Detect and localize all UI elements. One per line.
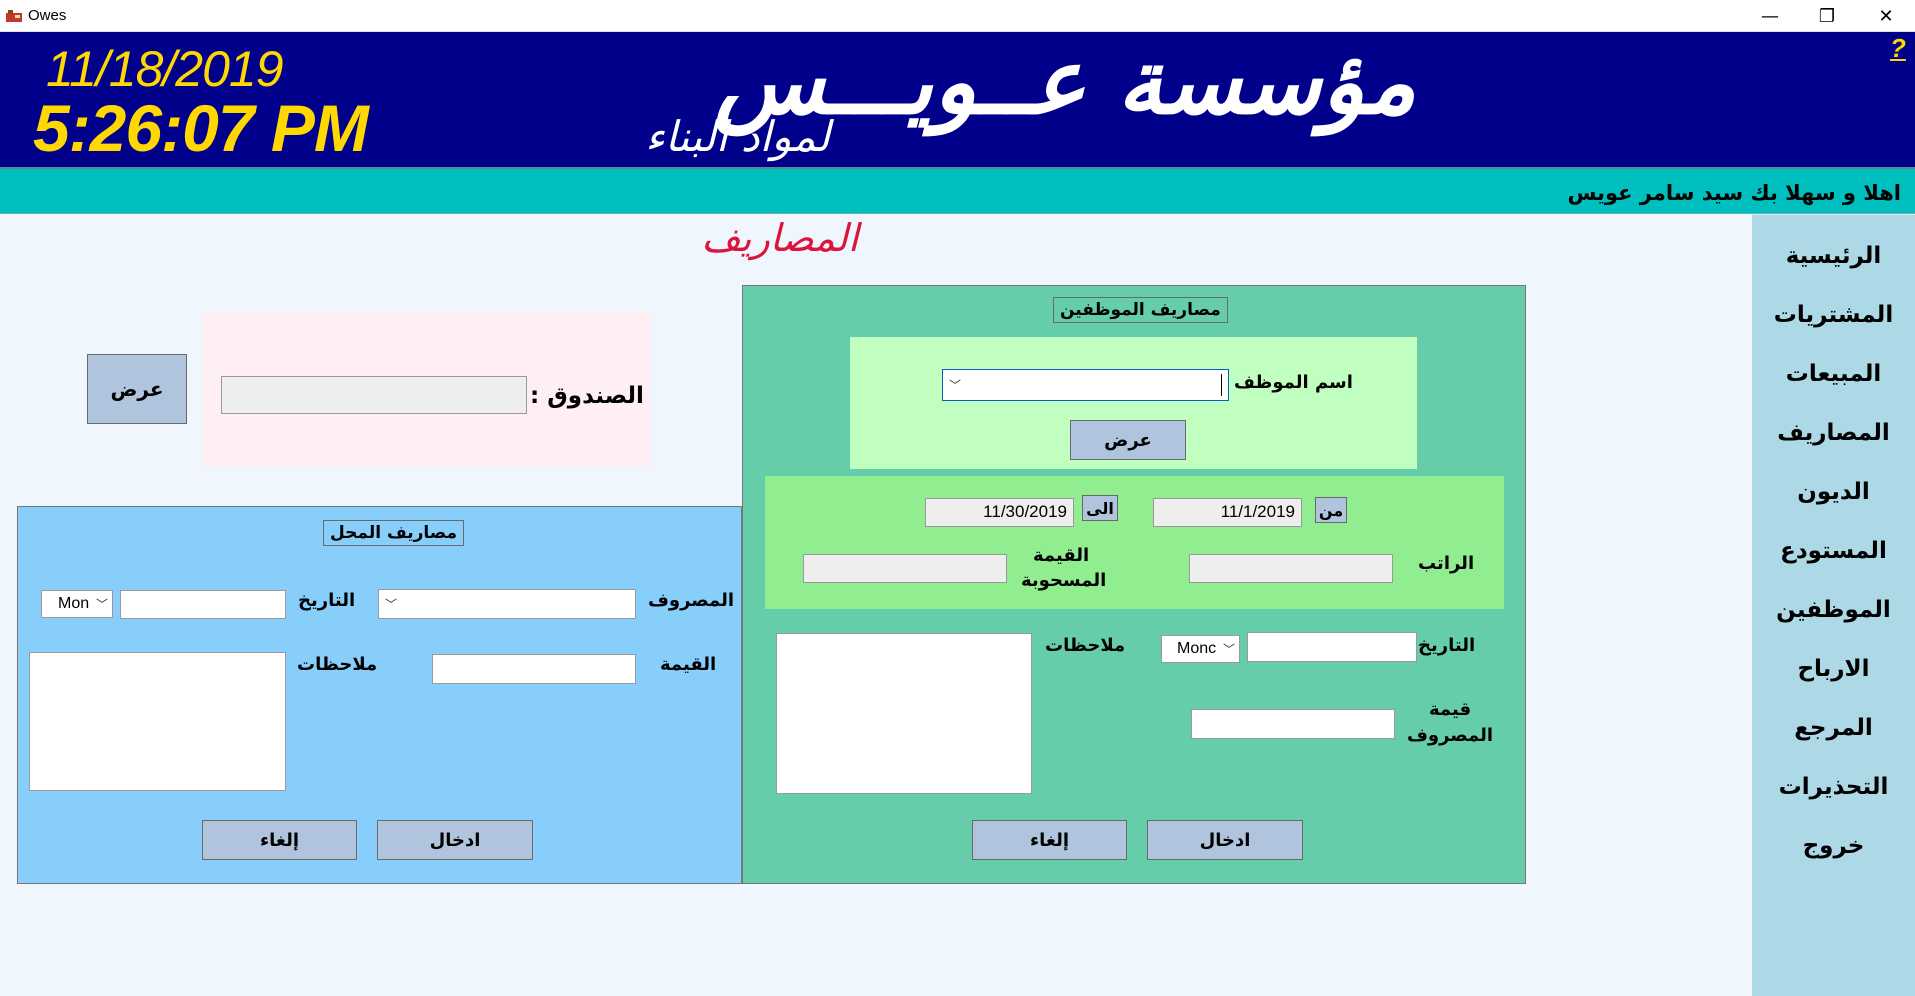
expense-value-label-line2: المصروف [1407,725,1494,746]
employee-date-field[interactable] [1247,632,1417,662]
sidebar-item-sales[interactable]: المبيعات [1752,361,1915,387]
shop-expense-label: المصروف [648,590,735,611]
sidebar-item-warehouse[interactable]: المستودع [1752,538,1915,564]
shop-expense-combo[interactable]: ﹀ [378,589,636,619]
shop-cancel-button[interactable]: إلغاء [202,820,357,860]
minimize-button[interactable]: — [1742,0,1798,32]
help-icon[interactable]: ? [1890,33,1906,64]
withdrawn-field[interactable] [803,554,1007,583]
employee-enter-button[interactable]: ادخال [1147,820,1303,860]
employee-name-label: اسم الموظف [1234,372,1353,393]
employee-name-combo[interactable]: ﹀ [942,369,1229,401]
cash-label: الصندوق : [530,383,644,409]
to-label: الى [1082,495,1118,521]
employee-cancel-button[interactable]: إلغاء [972,820,1127,860]
sidebar: الرئيسية المشتريات المبيعات المصاريف الد… [1752,214,1915,996]
window-titlebar [0,0,1915,32]
welcome-bar: اهلا و سهلا بك سيد سامر عويس [0,167,1915,214]
close-button[interactable]: ✕ [1858,0,1914,32]
employee-show-button[interactable]: عرض [1070,420,1186,460]
welcome-text: اهلا و سهلا بك سيد سامر عويس [1567,181,1901,205]
chevron-down-icon: ﹀ [949,378,962,393]
sidebar-item-profits[interactable]: الارباح [1752,656,1915,682]
shop-notes-field[interactable] [29,652,286,791]
chevron-down-icon: ﹀ [95,597,108,612]
sidebar-item-debts[interactable]: الديون [1752,479,1915,505]
cash-field[interactable] [221,376,527,414]
company-subtitle: لمواد البناء [645,112,830,161]
sidebar-item-home[interactable]: الرئيسية [1752,243,1915,269]
employee-notes-label: ملاحظات [1045,635,1126,656]
sidebar-item-purchases[interactable]: المشتريات [1752,302,1915,328]
sidebar-item-expenses[interactable]: المصاريف [1752,420,1915,446]
shop-amount-label: القيمة [660,654,717,675]
page-title: المصاريف [701,216,859,260]
salary-field[interactable] [1189,554,1393,583]
shop-expenses-title: مصاريف المحل [323,520,465,546]
chevron-down-icon: ﹀ [385,597,398,612]
shop-amount-field[interactable] [432,654,636,684]
shop-notes-label: ملاحظات [297,654,378,675]
employee-notes-field[interactable] [776,633,1032,794]
from-date-field[interactable]: 11/1/2019 [1153,498,1302,527]
text-cursor [1221,374,1222,396]
chevron-down-icon: ﹀ [1222,642,1235,657]
employee-date-label: التاريخ [1418,635,1476,656]
restore-button[interactable]: ❐ [1799,0,1855,32]
shop-date-label: التاريخ [298,590,356,611]
sidebar-item-warnings[interactable]: التحذيرات [1752,774,1915,800]
sidebar-item-reference[interactable]: المرجع [1752,715,1915,741]
sidebar-item-exit[interactable]: خروج [1752,833,1915,859]
employee-date-combo[interactable]: Monc ﹀ [1161,635,1240,663]
employee-salary-panel [765,476,1504,609]
salary-label: الراتب [1418,553,1475,574]
withdrawn-label-line2: المسحوبة [1021,570,1107,591]
sidebar-item-employees[interactable]: الموظفين [1752,597,1915,623]
app-icon [6,10,22,22]
from-label: من [1315,497,1347,523]
shop-date-field[interactable] [120,590,286,619]
employee-expenses-title: مصاريف الموظفين [1053,297,1228,323]
shop-date-combo[interactable]: Mon ﹀ [41,590,113,618]
shop-enter-button[interactable]: ادخال [377,820,533,860]
window-title: Owes [28,7,67,24]
withdrawn-label-line1: القيمة [1033,545,1090,566]
expense-value-field[interactable] [1191,709,1395,739]
cash-show-button[interactable]: عرض [87,354,187,424]
to-date-field[interactable]: 11/30/2019 [925,498,1074,527]
expense-value-label-line1: قيمة [1429,699,1472,720]
current-time: 5:26:07 PM [33,91,369,165]
